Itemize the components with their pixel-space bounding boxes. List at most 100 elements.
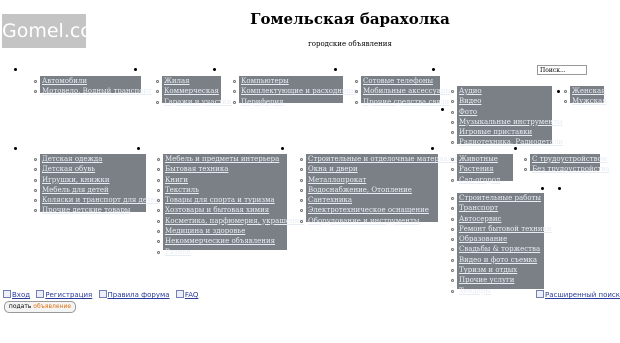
menu-item[interactable]: Детская обувь <box>34 164 146 174</box>
menu-item[interactable]: Образование <box>451 234 544 244</box>
menu-item[interactable]: Мотовело, Водный транспорт <box>34 86 152 96</box>
menu-item[interactable]: Животные <box>451 154 513 164</box>
register-icon <box>36 290 45 298</box>
menu-block-kids: Детская одежда Детская обувь Игрушки, кн… <box>34 154 160 215</box>
menu-item[interactable]: Металлопрокат <box>300 175 438 185</box>
menu-block-phones: Сотовые телефоны Мобильные аксессуары Пр… <box>355 76 451 106</box>
menu-item[interactable]: Без трудоустройства <box>524 164 610 174</box>
menu-item[interactable]: Жилая <box>156 76 221 86</box>
post-ad-button[interactable]: подать объявление <box>4 301 76 313</box>
menu-item[interactable]: Текстиль <box>157 185 287 195</box>
menu-item[interactable]: Свадьбы & торжества <box>451 244 544 254</box>
menu-item[interactable]: Тендеры <box>451 286 544 296</box>
menu-item[interactable]: Мужская <box>564 96 607 106</box>
menu-item[interactable]: Компьютеры <box>233 76 343 86</box>
menu-item[interactable]: Комплектующие и расходники <box>233 86 356 96</box>
menu-block-clothes: Женская Мужская <box>564 86 607 106</box>
menu-item[interactable]: Сантехника <box>300 195 438 205</box>
post-ad-label-accent: объявление <box>33 303 72 310</box>
menu-item[interactable]: Косметика, парфюмерия, украшения <box>157 216 304 226</box>
post-ad-label: подать <box>8 303 34 310</box>
login-label: Вход <box>12 291 31 299</box>
menu-item[interactable]: Книги <box>157 175 287 185</box>
rules-icon <box>98 290 107 298</box>
menu-item[interactable]: Разное <box>157 247 287 257</box>
menu-block-jobs: С трудоустройством Без трудоустройства <box>524 154 610 174</box>
advanced-search-label: Расширенный поиск <box>545 291 620 299</box>
menu-item[interactable]: Коляски и транспорт для детей <box>34 195 160 205</box>
menu-bullet <box>134 68 137 71</box>
rules-label: Правила форума <box>107 291 170 299</box>
menu-bullet <box>281 147 284 150</box>
search-icon <box>536 290 544 298</box>
menu-bullet <box>558 187 561 190</box>
menu-item[interactable]: Медицина и здоровье <box>157 226 287 236</box>
menu-item[interactable]: Хозтовары и бытовая химия <box>157 205 287 215</box>
menu-item[interactable]: Женская <box>564 86 606 96</box>
menu-item[interactable]: Радиотехника, Радиодетали <box>451 137 563 147</box>
menu-item[interactable]: С трудоустройством <box>524 154 607 164</box>
site-title: Гомельская барахолка <box>250 10 450 28</box>
menu-item[interactable]: Сад-огород <box>451 175 513 185</box>
menu-bullet <box>441 108 444 111</box>
menu-block-animals: Животные Растения Сад-огород <box>451 154 513 184</box>
menu-item[interactable]: Коммерческая <box>156 86 221 96</box>
register-label: Регистрация <box>45 291 93 299</box>
footer-links: Вход Регистрация Правила форума FAQ <box>3 290 202 299</box>
menu-block-realty: Жилая Коммерческая Гаражи и участки <box>156 76 231 106</box>
menu-item[interactable]: Окна и двери <box>300 164 438 174</box>
menu-item[interactable]: Ремонт бытовой техники <box>451 224 552 234</box>
menu-item[interactable]: Растения <box>451 164 513 174</box>
site-logo[interactable]: Gomel.cc <box>2 14 91 48</box>
menu-item[interactable]: Прочие средства связи <box>355 97 449 107</box>
menu-bullet <box>137 147 140 150</box>
menu-item[interactable]: Детская одежда <box>34 154 146 164</box>
login-icon <box>3 290 11 298</box>
menu-item[interactable]: Некоммерческие объявления <box>157 236 287 246</box>
site-subtitle: городские объявления <box>308 40 392 48</box>
menu-item[interactable]: Прочие детские товары <box>34 205 146 215</box>
rules-link[interactable]: Правила форума <box>98 290 170 299</box>
menu-item[interactable]: Бытовая техника <box>157 164 287 174</box>
menu-block-transport: Автомобили Мотовело, Водный транспорт <box>34 76 152 96</box>
menu-item[interactable]: Автомобили <box>34 76 141 86</box>
menu-bullet <box>431 147 434 150</box>
menu-item[interactable]: Электротехническое оснащение <box>300 205 438 215</box>
menu-item[interactable]: Мебель для детей <box>34 185 146 195</box>
menu-item[interactable]: Водоснабжение, Отопление <box>300 185 438 195</box>
menu-item[interactable]: Видео и фото съемка <box>451 255 544 265</box>
menu-bullet <box>432 68 435 71</box>
menu-bullet <box>514 147 517 150</box>
menu-item[interactable]: Мобильные аксессуары <box>355 86 451 96</box>
menu-bullet <box>541 187 544 190</box>
menu-item[interactable]: Музыкальные инструменты <box>451 117 563 127</box>
menu-item[interactable]: Игрушки, книжки <box>34 175 146 185</box>
faq-link[interactable]: FAQ <box>175 290 199 299</box>
menu-bullet <box>334 68 337 71</box>
menu-bullet <box>213 68 216 71</box>
menu-item[interactable]: Оборудование и инструменты <box>300 216 438 226</box>
menu-item[interactable]: Игровые приставки <box>451 127 552 137</box>
menu-item[interactable]: Сотовые телефоны <box>355 76 440 86</box>
menu-item[interactable]: Туризм и отдых <box>451 265 544 275</box>
menu-item[interactable]: Фото <box>451 107 552 117</box>
menu-item[interactable]: Прочие услуги <box>451 275 544 285</box>
menu-block-home: Мебель и предметы интерьера Бытовая техн… <box>157 154 304 256</box>
search-input[interactable]: Поиск... <box>537 65 587 75</box>
menu-item[interactable]: Периферия <box>233 97 343 107</box>
menu-item[interactable]: Товары для спорта и туризма <box>157 195 287 205</box>
faq-label: FAQ <box>184 291 199 299</box>
menu-item[interactable]: Гаражи и участки <box>156 97 231 107</box>
menu-item[interactable]: Строительные работы <box>451 193 544 203</box>
menu-item[interactable]: Строительные и отделочные материалы <box>300 154 458 164</box>
login-link[interactable]: Вход <box>3 290 31 299</box>
menu-item[interactable]: Аудио <box>451 86 552 96</box>
menu-item[interactable]: Транспорт <box>451 203 544 213</box>
menu-block-services: Строительные работы Транспорт Автосервис… <box>451 193 552 295</box>
menu-item[interactable]: Видео <box>451 96 552 106</box>
register-link[interactable]: Регистрация <box>36 290 93 299</box>
menu-bullet <box>14 68 17 71</box>
advanced-search-link[interactable]: Расширенный поиск <box>536 290 620 299</box>
menu-item[interactable]: Автосервис <box>451 214 544 224</box>
menu-item[interactable]: Мебель и предметы интерьера <box>157 154 287 164</box>
